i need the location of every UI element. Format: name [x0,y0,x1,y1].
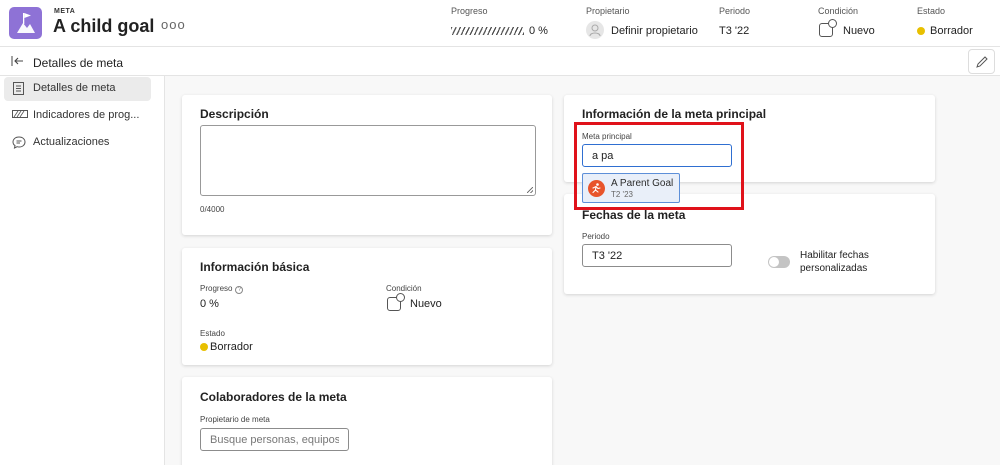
character-counter: 0/4000 [200,205,225,214]
goal-dates-card: Fechas de la meta Periodo T3 '22 Habilit… [564,194,935,294]
header-progress-bar [451,27,524,35]
sidebar: Detalles de meta Indicadores de prog... … [0,76,165,465]
condition-icon [819,19,837,37]
parent-goal-label: Meta principal [582,132,632,141]
header-owner-label: Propietario [586,6,630,16]
edit-button[interactable] [968,49,995,74]
sidebar-item-progress-indicators[interactable]: Indicadores de prog... [4,104,151,128]
custom-dates-label-1: Habilitar fechas [800,250,869,261]
header-condition-value[interactable]: Nuevo [843,25,875,37]
comment-icon [12,136,26,149]
goal-flag-icon [9,7,42,39]
sidebar-item-goal-details[interactable]: Detalles de meta [4,77,151,101]
header-status-label: Estado [917,6,946,16]
goal-kicker: META [54,8,76,15]
collaborators-card: Colaboradores de la meta Propietario de … [182,377,552,465]
goal-header: META A child goal ooo Progreso 0 % Propi… [0,0,1000,47]
status-dot-icon [917,27,925,35]
period-field[interactable]: T3 '22 [582,244,732,267]
status-label: Estado [200,329,225,338]
status-value[interactable]: Borrador [210,341,253,353]
description-card: Descripción 0/4000 [182,95,552,235]
more-options-icon[interactable]: ooo [161,17,186,32]
header-period-label: Periodo [719,6,751,16]
details-toolbar: Detalles de meta [0,47,1000,76]
parent-goal-card: Información de la meta principal Meta pr… [564,95,935,182]
parent-goal-title: Información de la meta principal [582,107,767,121]
sidebar-item-updates[interactable]: Actualizaciones [4,131,151,155]
header-status-value[interactable]: Borrador [930,25,973,37]
parent-goal-suggestion[interactable]: A Parent Goal T2 '23 [582,173,680,203]
header-condition-label: Condición [818,6,859,16]
condition-value[interactable]: Nuevo [410,298,442,310]
custom-dates-toggle[interactable] [768,256,790,268]
suggestion-period: T2 '23 [611,190,633,199]
description-textarea[interactable] [200,125,536,196]
basic-info-title: Información básica [200,260,310,274]
custom-dates-label-2: personalizadas [800,263,868,274]
sidebar-item-label: Indicadores de prog... [33,109,140,121]
page-title: A child goal [53,16,155,36]
description-title: Descripción [200,107,269,121]
section-title: Detalles de meta [33,56,124,70]
goal-owner-label: Propietario de meta [200,415,270,424]
parent-goal-input[interactable] [582,144,732,167]
goal-dates-title: Fechas de la meta [582,208,686,222]
goal-owner-search-input[interactable] [200,428,349,451]
condition-icon [387,293,405,311]
sidebar-item-label: Detalles de meta [33,82,116,94]
sidebar-item-label: Actualizaciones [33,136,110,148]
back-arrow-icon[interactable] [11,55,25,70]
pencil-icon [975,56,988,68]
header-progress-value: 0 % [529,25,548,37]
header-owner-value[interactable]: Definir propietario [611,25,698,37]
help-icon[interactable]: ? [235,286,244,294]
progress-icon [12,109,28,122]
progress-label-text: Progreso [200,284,233,293]
document-icon [12,82,25,95]
condition-label: Condición [386,284,422,293]
collaborators-title: Colaboradores de la meta [200,390,347,404]
header-period-value[interactable]: T3 '22 [719,25,749,37]
progress-label: Progreso? [200,284,244,294]
owner-avatar-icon[interactable] [586,21,604,39]
header-progress-label: Progreso [451,6,488,16]
status-dot-icon [200,343,208,351]
suggestion-name: A Parent Goal [611,178,674,189]
goal-runner-icon [588,180,605,197]
basic-info-card: Información básica Progreso? 0 % Condici… [182,248,552,365]
period-label: Periodo [582,232,610,241]
progress-value: 0 % [200,298,219,310]
